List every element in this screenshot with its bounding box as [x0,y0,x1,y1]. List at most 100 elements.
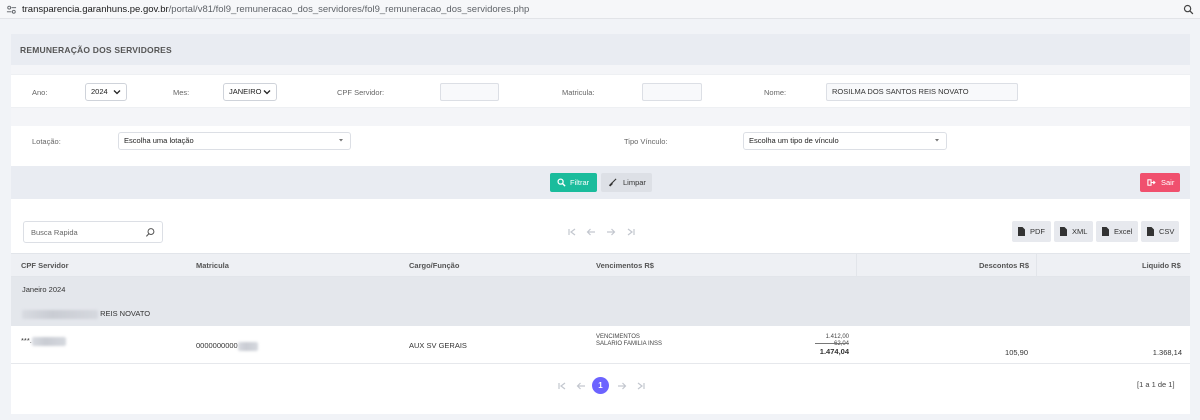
matricula-label: Matricula: [562,88,595,97]
browser-address-bar[interactable]: transparencia.garanhuns.pe.gov.br/portal… [0,0,1200,19]
filtrar-button[interactable]: Filtrar [550,173,597,192]
cpf-label: CPF Servidor: [337,88,385,97]
file-icon [1147,227,1154,236]
site-settings-icon[interactable] [6,4,17,15]
chevron-down-icon [113,90,121,95]
caret-down-icon [935,139,939,142]
export-csv-button[interactable]: CSV [1141,221,1179,242]
ano-value: 2024 [91,87,108,96]
group-header-row: Janeiro 2024 REIS NOVATO [11,277,1190,326]
column-divider [1036,254,1037,276]
export-xml-button[interactable]: XML [1054,221,1093,242]
vencimento-item-1-value: 1.412,00 [825,334,849,340]
group-period: Janeiro 2024 [22,285,66,294]
matricula-prefix: 0000000000 [196,341,238,350]
col-header-cpf[interactable]: CPF Servidor [21,261,69,270]
cell-matricula: 0000000000 [196,341,258,351]
nome-input[interactable]: ROSILMA DOS SANTOS REIS NOVATO [826,83,1018,101]
vinculo-label: Tipo Vínculo: [624,137,668,146]
limpar-label: Limpar [623,178,646,187]
spacer-band [11,65,1190,74]
ano-select[interactable]: 2024 [85,83,127,101]
spacer-band [11,108,1190,126]
next-page-icon[interactable] [616,380,628,392]
zoom-icon[interactable] [1183,4,1194,15]
url-text[interactable]: transparencia.garanhuns.pe.gov.br/portal… [22,4,529,15]
filters-row-1: Ano: 2024 Mes: JANEIRO CPF Servidor: Mat… [11,74,1190,108]
mes-select[interactable]: JANEIRO [223,83,277,101]
table-row[interactable]: ***. 0000000000 AUX SV GERAIS VENCIMENTO… [11,326,1190,364]
export-pdf-button[interactable]: PDF [1012,221,1051,242]
mes-label: Mes: [173,88,190,97]
matricula-input[interactable] [642,83,702,101]
url-path: /portal/v81/fol9_remuneracao_dos_servido… [168,4,530,15]
redacted-text [22,309,98,319]
pagination-bottom: 1 [1 a 1 de 1] [11,369,1190,399]
quick-search-placeholder: Busca Rapida [31,228,78,237]
mes-value: JANEIRO [229,87,262,96]
next-page-icon[interactable] [605,226,617,238]
cell-cargo: AUX SV GERAIS [409,341,467,350]
file-icon [1060,227,1067,236]
url-host: transparencia.garanhuns.pe.gov.br [22,4,169,15]
export-xml-label: XML [1072,227,1088,236]
export-csv-label: CSV [1159,227,1175,236]
caret-down-icon [339,139,343,142]
limpar-button[interactable]: Limpar [601,173,652,192]
chevron-down-icon [263,90,271,95]
export-pdf-label: PDF [1030,227,1045,236]
sum-divider [815,343,849,344]
ano-label: Ano: [32,88,48,97]
column-divider [856,254,857,276]
broom-icon [608,178,617,187]
group-employee-name: REIS NOVATO [22,309,150,319]
first-page-icon[interactable] [566,226,578,238]
redacted-text [237,341,258,351]
cpf-input[interactable] [440,83,499,101]
cell-descontos: 105,90 [1005,348,1028,357]
nome-label: Nome: [764,88,787,97]
last-page-icon[interactable] [635,380,647,392]
previous-page-icon[interactable] [575,380,587,392]
cell-cpf: ***. [21,336,66,346]
filtrar-label: Filtrar [570,178,590,187]
col-header-cargo[interactable]: Cargo/Função [409,261,459,270]
lotacao-label: Lotação: [32,137,61,146]
first-page-icon[interactable] [556,380,568,392]
main-panel: REMUNERAÇÃO DOS SERVIDORES Ano: 2024 Mes… [11,34,1190,414]
group-name-suffix: REIS NOVATO [100,309,151,318]
filters-row-2: Lotação: Escolha uma lotação Tipo Víncul… [11,126,1190,160]
page-number-button[interactable]: 1 [592,377,609,394]
export-excel-button[interactable]: Excel [1096,221,1138,242]
action-bar: Filtrar Limpar Sair [11,166,1190,199]
cpf-masked: ***. [21,336,32,345]
col-header-descontos[interactable]: Descontos R$ [979,261,1029,270]
lotacao-select[interactable]: Escolha uma lotação [118,132,351,150]
page-title-bar: REMUNERAÇÃO DOS SERVIDORES [11,34,1190,65]
col-header-vencimentos[interactable]: Vencimentos R$ [596,261,654,270]
vencimento-item-2: SALARIO FAMILIA INSS [596,341,663,347]
export-excel-label: Excel [1114,227,1133,236]
table-header: CPF Servidor Matricula Cargo/Função Venc… [11,253,1190,277]
sair-label: Sair [1161,178,1175,187]
vinculo-value: Escolha um tipo de vínculo [749,136,839,145]
col-header-matricula[interactable]: Matricula [196,261,229,270]
file-icon [1102,227,1109,236]
cell-liquido: 1.368,14 [1152,348,1182,357]
vencimento-item-1: VENCIMENTOS [596,334,640,340]
pagination-info: [1 a 1 de 1] [1137,380,1175,389]
last-page-icon[interactable] [625,226,637,238]
search-icon [557,178,566,187]
vinculo-select[interactable]: Escolha um tipo de vínculo [743,132,947,150]
vencimentos-total: 1.474,04 [819,347,849,356]
sign-out-icon [1147,179,1156,186]
page-title: REMUNERAÇÃO DOS SERVIDORES [20,45,172,55]
search-icon[interactable] [145,227,156,238]
quick-search-input[interactable]: Busca Rapida [23,221,163,243]
previous-page-icon[interactable] [585,226,597,238]
lotacao-value: Escolha uma lotação [124,136,194,145]
col-header-liquido[interactable]: Liquido R$ [1142,261,1181,270]
file-icon [1018,227,1025,236]
sair-button[interactable]: Sair [1140,173,1180,192]
redacted-text [31,336,66,346]
